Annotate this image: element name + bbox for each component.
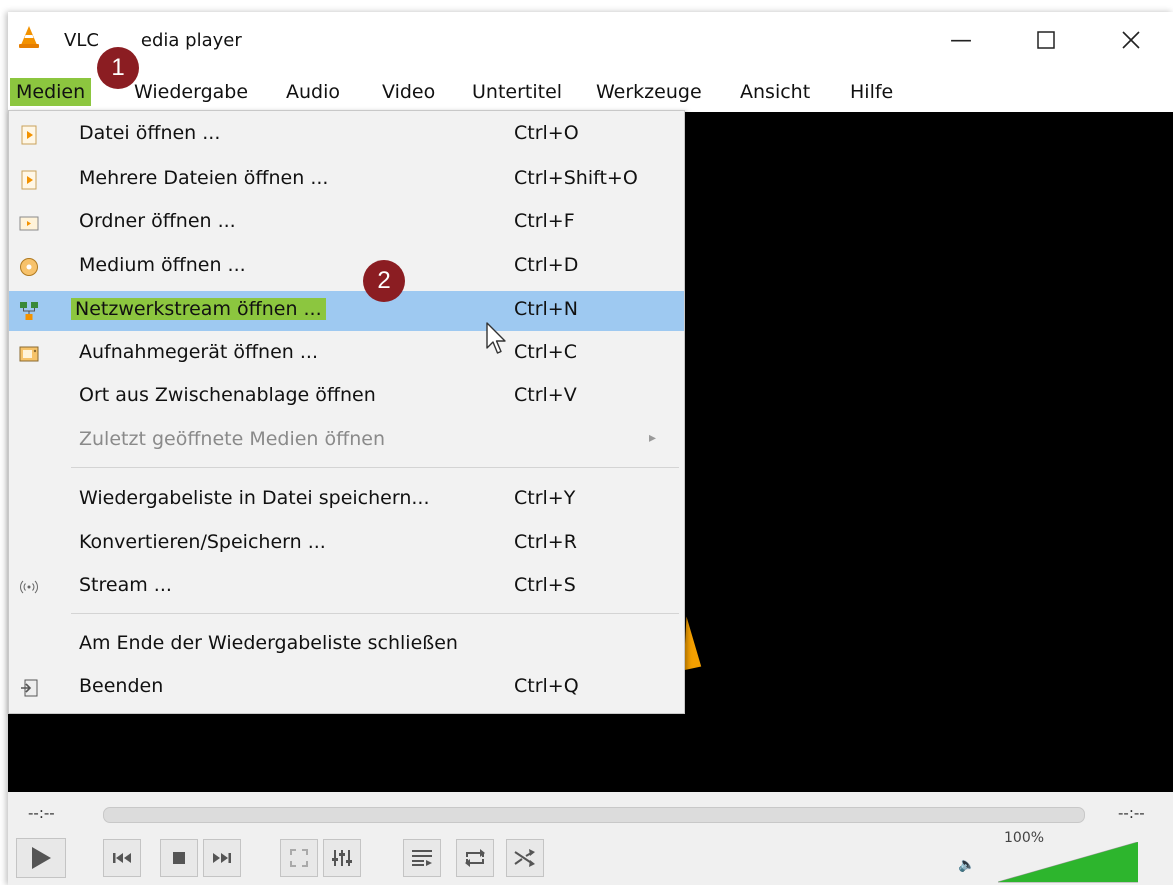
menu-item-shortcut: Ctrl+N	[514, 298, 578, 320]
minimize-button[interactable]: —	[938, 22, 984, 58]
menu-item-shortcut: Ctrl+D	[514, 254, 579, 276]
network-icon	[20, 302, 38, 320]
menu-item-shortcut: Ctrl+C	[514, 341, 577, 363]
menu-wiedergabe[interactable]: Wiedergabe	[128, 78, 254, 106]
menu-item-label: Stream ...	[79, 574, 172, 596]
play-icon	[32, 847, 51, 869]
stop-icon	[173, 852, 185, 864]
capture-device-icon	[19, 346, 39, 362]
step-badge-2: 2	[363, 260, 405, 302]
time-elapsed: --:--	[28, 804, 55, 822]
stream-icon	[20, 580, 38, 594]
menu-separator	[71, 467, 679, 468]
close-button[interactable]	[1108, 22, 1154, 58]
menu-item-shortcut: Ctrl+Q	[514, 675, 579, 697]
menu-item-medium-oeffnen[interactable]: Medium öffnen ... Ctrl+D	[9, 247, 684, 287]
previous-icon	[113, 853, 131, 863]
menu-hilfe[interactable]: Hilfe	[844, 78, 899, 106]
folder-icon	[19, 216, 39, 231]
equalizer-icon	[332, 850, 352, 866]
menu-item-stream[interactable]: Stream ... Ctrl+S	[9, 567, 684, 607]
loop-icon	[465, 849, 485, 867]
disc-icon	[20, 258, 38, 276]
menu-item-beenden[interactable]: Beenden Ctrl+Q	[9, 668, 684, 708]
minimize-icon: —	[950, 27, 972, 53]
step-badge-1: 1	[97, 47, 139, 89]
fullscreen-icon	[290, 849, 308, 867]
extended-settings-button[interactable]	[323, 839, 361, 877]
seek-bar[interactable]	[103, 807, 1085, 823]
menu-item-label: Konvertieren/Speichern ...	[79, 531, 326, 553]
volume-slider[interactable]	[998, 842, 1138, 884]
shuffle-button[interactable]	[506, 839, 544, 877]
menu-ansicht[interactable]: Ansicht	[734, 78, 816, 106]
menu-item-shortcut: Ctrl+V	[514, 384, 577, 406]
menu-item-label: Medium öffnen ...	[79, 254, 246, 276]
menu-item-wiedergabeliste-speichern[interactable]: Wiedergabeliste in Datei speichern... Ct…	[9, 480, 684, 520]
menu-audio[interactable]: Audio	[280, 78, 346, 106]
loop-button[interactable]	[456, 839, 494, 877]
menu-medien[interactable]: Medien	[10, 78, 92, 106]
previous-button[interactable]	[103, 839, 141, 877]
next-button[interactable]	[203, 839, 241, 877]
menu-item-label: Netzwerkstream öffnen ...	[71, 298, 326, 320]
menu-item-label: Mehrere Dateien öffnen ...	[79, 167, 329, 189]
menu-item-aufnahmegeraet[interactable]: Aufnahmegerät öffnen ... Ctrl+C	[9, 334, 684, 374]
file-open-icon	[21, 125, 37, 145]
shuffle-icon	[514, 849, 535, 867]
maximize-icon	[1037, 31, 1055, 49]
menu-item-zwischenablage[interactable]: Ort aus Zwischenablage öffnen Ctrl+V	[9, 377, 684, 417]
menu-item-shortcut: Ctrl+Y	[514, 487, 576, 509]
menu-item-mehrere-dateien[interactable]: Mehrere Dateien öffnen ... Ctrl+Shift+O	[9, 160, 684, 200]
menu-item-label: Ordner öffnen ...	[79, 210, 236, 232]
files-open-icon	[21, 170, 37, 190]
menu-video[interactable]: Video	[376, 78, 441, 106]
vlc-window: VLC edia player — Medien Wiedergabe Audio…	[8, 12, 1173, 885]
next-icon	[213, 853, 231, 863]
exit-icon	[21, 679, 38, 697]
menu-item-am-ende-schliessen[interactable]: Am Ende der Wiedergabeliste schließen	[9, 625, 684, 665]
menu-bar: Medien Wiedergabe Audio Video Untertitel…	[8, 72, 1173, 112]
menu-item-label: Ort aus Zwischenablage öffnen	[79, 384, 376, 406]
menu-item-label: Am Ende der Wiedergabeliste schließen	[79, 632, 458, 654]
playlist-button[interactable]	[403, 839, 441, 877]
menu-item-shortcut: Ctrl+F	[514, 210, 575, 232]
menu-item-label: Wiedergabeliste in Datei speichern...	[79, 487, 430, 509]
medien-dropdown-menu: Datei öffnen ... Ctrl+O Mehrere Dateien …	[8, 110, 685, 714]
submenu-arrow-icon: ▸	[649, 430, 657, 446]
menu-item-label: Beenden	[79, 675, 164, 697]
menu-item-label: Datei öffnen ...	[79, 122, 221, 144]
time-total: --:--	[1118, 804, 1145, 822]
menu-item-datei-oeffnen[interactable]: Datei öffnen ... Ctrl+O	[9, 115, 684, 155]
maximize-button[interactable]	[1023, 22, 1069, 58]
fullscreen-button[interactable]	[280, 839, 318, 877]
speaker-icon[interactable]: 🔈	[958, 857, 975, 873]
vlc-cone-icon	[19, 26, 39, 48]
menu-werkzeuge[interactable]: Werkzeuge	[590, 78, 708, 106]
play-button[interactable]	[16, 838, 66, 878]
title-bar: VLC edia player —	[8, 12, 1173, 72]
stop-button[interactable]	[160, 839, 198, 877]
window-title: VLC edia player	[64, 30, 242, 51]
menu-item-shortcut: Ctrl+O	[514, 122, 579, 144]
close-icon	[1122, 31, 1140, 49]
menu-item-zuletzt-geoeffnet: Zuletzt geöffnete Medien öffnen ▸	[9, 421, 684, 461]
playlist-icon	[412, 850, 432, 866]
menu-item-konvertieren[interactable]: Konvertieren/Speichern ... Ctrl+R	[9, 524, 684, 564]
menu-item-netzwerkstream[interactable]: Netzwerkstream öffnen ... Ctrl+N	[9, 291, 684, 331]
menu-item-label: Aufnahmegerät öffnen ...	[79, 341, 318, 363]
playback-controls: --:-- --:-- 🔈 100%	[8, 792, 1173, 885]
menu-untertitel[interactable]: Untertitel	[466, 78, 568, 106]
menu-item-shortcut: Ctrl+S	[514, 574, 576, 596]
mouse-cursor-icon	[486, 322, 506, 354]
menu-item-shortcut: Ctrl+Shift+O	[514, 167, 638, 189]
menu-item-shortcut: Ctrl+R	[514, 531, 577, 553]
menu-item-label: Zuletzt geöffnete Medien öffnen	[79, 428, 385, 450]
menu-separator	[71, 613, 679, 614]
menu-item-ordner-oeffnen[interactable]: Ordner öffnen ... Ctrl+F	[9, 203, 684, 243]
